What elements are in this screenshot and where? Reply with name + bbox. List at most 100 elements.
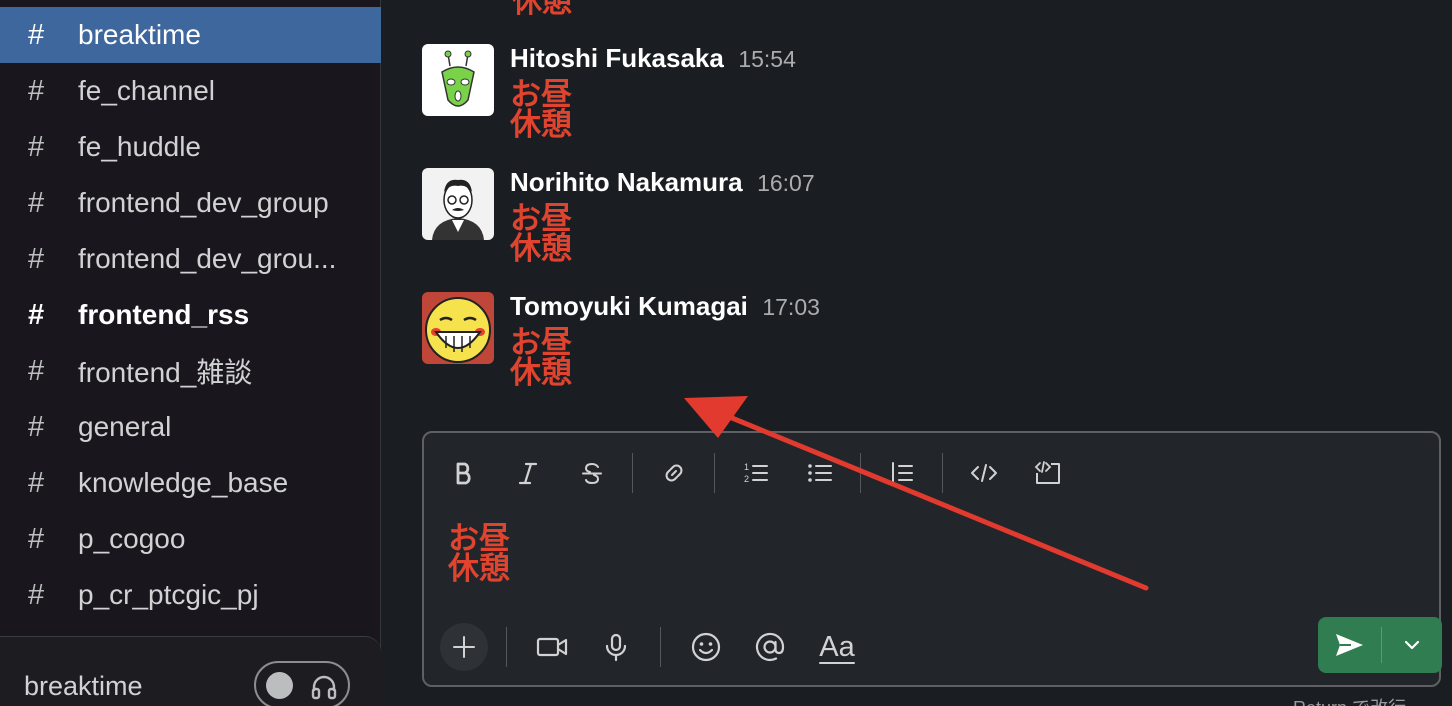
ordered-list-button[interactable]: 1 2	[734, 451, 778, 495]
message-emoji-text: お昼 休憩	[510, 325, 580, 390]
sidebar-item-label: fe_huddle	[78, 131, 202, 162]
emoji-line-2: 休憩	[448, 551, 510, 586]
toolbar-divider	[714, 453, 715, 493]
sidebar-item-label: knowledge_base	[78, 467, 289, 498]
sidebar-item-label: frontend_雑談	[78, 357, 253, 388]
bulleted-list-button[interactable]	[798, 451, 842, 495]
slack-window: # breaktime # fe_channel # fe_huddle # f…	[0, 0, 1452, 706]
channel-sidebar: # breaktime # fe_channel # fe_huddle # f…	[0, 0, 381, 706]
hash-icon: #	[28, 242, 45, 275]
hash-icon: #	[28, 354, 45, 387]
message-header: Hitoshi Fukasaka 15:54	[510, 43, 796, 74]
green-alien-avatar[interactable]	[422, 44, 494, 116]
svg-text:1: 1	[744, 462, 749, 472]
timestamp[interactable]: 15:54	[738, 46, 796, 72]
toolbar-divider	[860, 453, 861, 493]
sidebar-item-frontend-dev-group[interactable]: # frontend_dev_group	[0, 175, 381, 231]
toolbar-divider	[632, 453, 633, 493]
author-name[interactable]: Norihito Nakamura	[510, 167, 743, 197]
video-clip-button[interactable]	[528, 623, 576, 671]
sidebar-item-breaktime[interactable]: # breaktime	[0, 7, 381, 63]
headphones-icon	[311, 675, 337, 700]
sidebar-item-label: p_cr_ptcgic_pj	[78, 579, 259, 610]
blockquote-icon	[892, 462, 913, 484]
sidebar-item-p-cr-ptcgic-pj[interactable]: # p_cr_ptcgic_pj	[0, 567, 381, 623]
sidebar-item-label: fe_channel	[78, 75, 216, 106]
plus-icon	[453, 636, 475, 658]
sidebar-item-fe-channel[interactable]: # fe_channel	[0, 63, 381, 119]
emoji-line-1: お昼	[510, 325, 572, 360]
emoji-line-1: お昼	[510, 201, 572, 236]
emoji-line-2: 休憩	[510, 231, 572, 266]
code-button[interactable]	[962, 451, 1006, 495]
link-button[interactable]	[652, 451, 696, 495]
message-item: Tomoyuki Kumagai 17:03 お昼 休憩	[422, 291, 1422, 402]
sidebar-item-general[interactable]: # general	[0, 399, 381, 455]
hash-icon: #	[28, 466, 45, 499]
strikethrough-icon	[582, 462, 602, 485]
send-button[interactable]	[1318, 617, 1380, 673]
sidebar-item-label: p_cogoo	[78, 523, 186, 554]
grinning-face-avatar[interactable]	[422, 292, 494, 364]
partial-message-text: 休憩	[512, 0, 572, 19]
timestamp[interactable]: 16:07	[757, 170, 815, 196]
hash-icon: #	[28, 410, 45, 443]
smiley-icon	[691, 632, 721, 662]
man-with-glasses-avatar[interactable]	[422, 168, 494, 240]
emoji-button[interactable]	[682, 623, 730, 671]
bold-button[interactable]	[442, 451, 486, 495]
sidebar-item-frontend-rss[interactable]: # frontend_rss	[0, 287, 381, 343]
emoji-line-1: お昼	[448, 521, 510, 556]
video-camera-icon	[536, 637, 568, 657]
format-label: Aa	[819, 630, 855, 663]
toolbar-divider	[660, 627, 661, 667]
italic-icon	[518, 462, 538, 485]
schedule-send-button[interactable]	[1382, 617, 1442, 673]
composer-hint: Return で改行	[1293, 694, 1406, 706]
chevron-down-icon	[1404, 640, 1420, 650]
composer-input[interactable]: お昼 休憩	[448, 521, 518, 586]
hash-icon: #	[28, 130, 45, 163]
toolbar-divider	[942, 453, 943, 493]
mention-button[interactable]	[746, 623, 794, 671]
hash-icon: #	[28, 186, 45, 219]
author-name[interactable]: Tomoyuki Kumagai	[510, 291, 748, 321]
link-icon	[665, 464, 683, 482]
sidebar-item-label: breaktime	[78, 19, 201, 50]
message-header: Norihito Nakamura 16:07	[510, 167, 815, 198]
audio-clip-button[interactable]	[592, 623, 640, 671]
strikethrough-button[interactable]	[570, 451, 614, 495]
code-icon	[971, 464, 997, 482]
sidebar-item-p-cogoo[interactable]: # p_cogoo	[0, 511, 381, 567]
emoji-line-2: 休憩	[510, 107, 572, 142]
sidebar-item-label: frontend_dev_group	[78, 187, 329, 218]
huddle-bar: breaktime	[0, 636, 381, 706]
hash-icon: #	[28, 298, 45, 331]
message-emoji-text: お昼 休憩	[510, 79, 580, 142]
timestamp[interactable]: 17:03	[762, 294, 820, 320]
blockquote-button[interactable]	[880, 451, 924, 495]
huddle-channel-label: breaktime	[24, 671, 143, 701]
emoji-line-2: 休憩	[510, 355, 572, 390]
toggle-knob	[266, 672, 293, 699]
huddle-toggle[interactable]	[254, 661, 350, 706]
hash-icon: #	[28, 578, 45, 611]
formatting-toggle-button[interactable]: Aa	[810, 623, 864, 671]
sidebar-item-frontend-zatsudan[interactable]: # frontend_雑談	[0, 343, 381, 399]
italic-button[interactable]	[506, 451, 550, 495]
message-header: Tomoyuki Kumagai 17:03	[510, 291, 820, 322]
attach-button[interactable]	[440, 623, 488, 671]
ordered-list-icon: 1 2	[744, 462, 768, 484]
sidebar-item-knowledge-base[interactable]: # knowledge_base	[0, 455, 381, 511]
toolbar-divider	[506, 627, 507, 667]
sidebar-item-frontend-dev-group-2[interactable]: # frontend_dev_grou...	[0, 231, 381, 287]
hash-icon: #	[28, 74, 45, 107]
code-block-button[interactable]	[1026, 451, 1070, 495]
svg-text:2: 2	[744, 474, 749, 484]
sidebar-item-label: general	[78, 411, 172, 442]
send-icon	[1336, 634, 1363, 656]
sidebar-item-fe-huddle[interactable]: # fe_huddle	[0, 119, 381, 175]
author-name[interactable]: Hitoshi Fukasaka	[510, 43, 724, 73]
bulleted-list-icon	[808, 464, 832, 482]
bold-icon	[456, 462, 471, 485]
